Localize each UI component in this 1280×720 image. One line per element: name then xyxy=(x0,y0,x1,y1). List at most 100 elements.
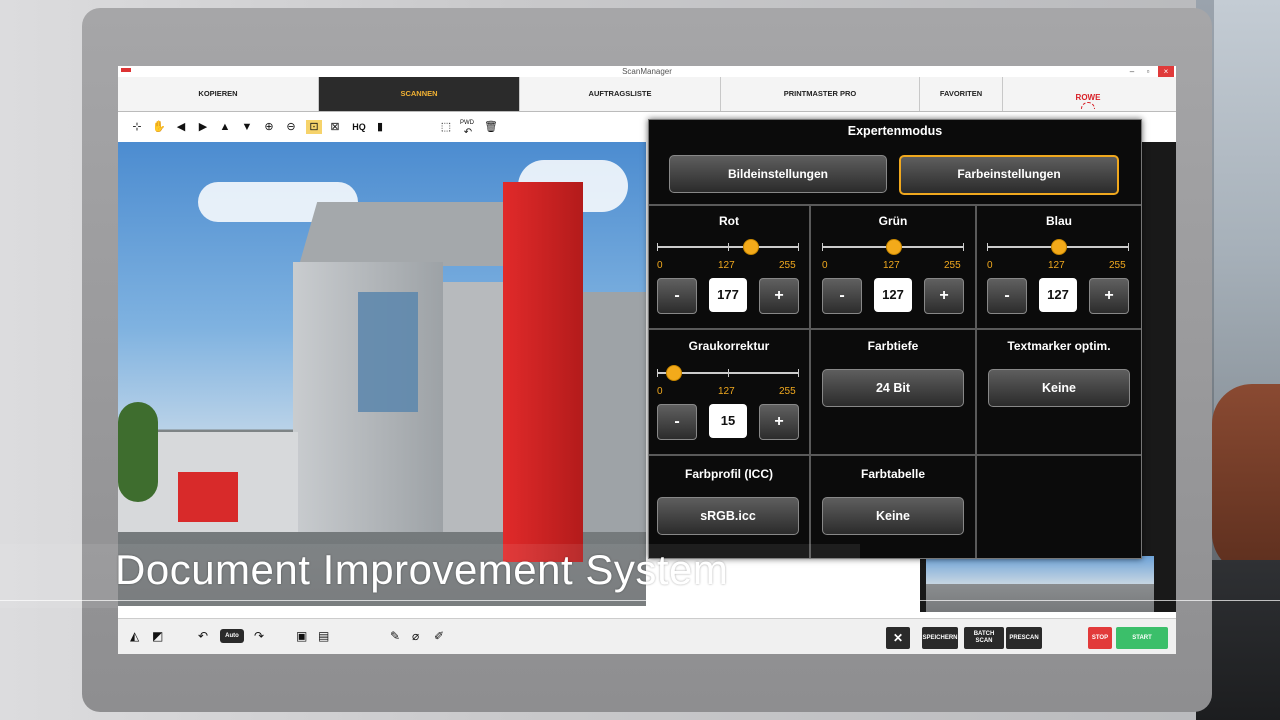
gruen-slider[interactable] xyxy=(822,239,964,255)
caption-line xyxy=(0,600,1280,601)
sun-icon xyxy=(1081,102,1095,109)
invert-icon[interactable]: ◩ xyxy=(152,629,163,643)
rot-value[interactable]: 177 xyxy=(709,278,747,312)
building-side xyxy=(583,292,646,532)
thumbnail-preview[interactable] xyxy=(926,556,1154,612)
batch-scan-button[interactable]: BATCH SCAN xyxy=(964,627,1004,649)
rot-minus-button[interactable]: - xyxy=(657,278,697,314)
graukorrektur-slider[interactable] xyxy=(657,365,799,381)
divider xyxy=(809,204,811,558)
tab-favoriten[interactable]: FAVORITEN xyxy=(920,77,1003,111)
gruen-mid: 127 xyxy=(883,260,900,271)
background-chair xyxy=(1212,384,1280,574)
blau-slider[interactable] xyxy=(987,239,1129,255)
grau-plus-button[interactable]: + xyxy=(759,404,799,440)
graukorrektur-slider-knob[interactable] xyxy=(666,365,682,381)
textmarker-button[interactable]: Keine xyxy=(988,369,1130,407)
farbprofil-button[interactable]: sRGB.icc xyxy=(657,497,799,535)
minimize-icon[interactable]: – xyxy=(1124,66,1140,77)
arrow-up-icon[interactable]: ▲ xyxy=(218,120,232,134)
pages-icon[interactable]: ▤ xyxy=(318,629,329,643)
rot-plus-button[interactable]: + xyxy=(759,278,799,314)
rot-label: Rot xyxy=(719,214,739,228)
grau-max: 255 xyxy=(779,386,796,397)
eraser-icon[interactable]: ⌀ xyxy=(412,629,419,643)
blau-plus-button[interactable]: + xyxy=(1089,278,1129,314)
grau-minus-button[interactable]: - xyxy=(657,404,697,440)
rot-slider[interactable] xyxy=(657,239,799,255)
mirror-icon[interactable]: ◭ xyxy=(130,629,139,643)
divider xyxy=(975,204,977,558)
scan-preview[interactable] xyxy=(118,142,646,606)
prescan-button[interactable]: PRESCAN xyxy=(1006,627,1042,649)
hand-icon[interactable]: ✋ xyxy=(152,120,166,134)
tab-auftragsliste[interactable]: AUFTRAGSLISTE xyxy=(520,77,721,111)
rot-max: 255 xyxy=(779,260,796,271)
building-windows xyxy=(358,292,418,412)
image-toolbar: ⊹ ✋ ◀ ▶ ▲ ▼ ⊕ ⊖ ⊡ ⊠ HQ ▮ ⬚ PWD ↶ 🗑 xyxy=(118,112,648,142)
undo-icon[interactable]: ↶ xyxy=(198,629,208,643)
farbtabelle-button[interactable]: Keine xyxy=(822,497,964,535)
background-window xyxy=(1214,0,1280,420)
bottom-toolbar: ◭ ◩ ↶ Auto ↷ ▣ ▤ ✎ ⌀ ✐ ✕ SPEICHERN BATCH… xyxy=(118,618,1176,654)
blau-minus-button[interactable]: - xyxy=(987,278,1027,314)
logo-text: ROWE xyxy=(1075,93,1101,102)
rot-mid: 127 xyxy=(718,260,735,271)
pen-icon[interactable]: ✎ xyxy=(390,629,400,643)
zoom-in-icon[interactable]: ⊕ xyxy=(262,120,276,134)
divider xyxy=(649,204,1141,206)
maximize-icon[interactable]: ▫ xyxy=(1140,66,1156,77)
close-icon[interactable]: × xyxy=(1158,66,1174,77)
trash-icon[interactable]: 🗑 xyxy=(484,120,498,134)
window-title: ScanManager xyxy=(622,67,672,76)
tab-kopieren[interactable]: KOPIEREN xyxy=(118,77,319,111)
blau-mid: 127 xyxy=(1048,260,1065,271)
gruen-value[interactable]: 127 xyxy=(874,278,912,312)
graukorrektur-label: Graukorrektur xyxy=(688,339,770,353)
gruen-plus-button[interactable]: + xyxy=(924,278,964,314)
speichern-button[interactable]: SPEICHERN xyxy=(922,627,958,649)
select-all-icon[interactable]: ⊹ xyxy=(130,120,144,134)
redo-icon[interactable]: ↷ xyxy=(254,629,264,643)
tab-scannen[interactable]: SCANNEN xyxy=(319,77,520,111)
auto-button[interactable]: Auto xyxy=(220,629,244,643)
gruen-slider-knob[interactable] xyxy=(886,239,902,255)
arrow-down-icon[interactable]: ▼ xyxy=(240,120,254,134)
blau-value[interactable]: 127 xyxy=(1039,278,1077,312)
expert-mode-panel: Expertenmodus Bildeinstellungen Farbeins… xyxy=(648,119,1142,559)
farbeinstellungen-button[interactable]: Farbeinstellungen xyxy=(899,155,1119,195)
gruen-min: 0 xyxy=(822,260,828,271)
stop-button[interactable]: STOP xyxy=(1088,627,1112,649)
crop-icon[interactable]: ⬚ xyxy=(438,120,454,134)
document-icon[interactable]: ▮ xyxy=(374,120,386,134)
marker-icon[interactable]: ✐ xyxy=(434,629,444,643)
main-tabs: KOPIEREN SCANNEN AUFTRAGSLISTE PRINTMAST… xyxy=(118,77,1176,112)
grau-min: 0 xyxy=(657,386,663,397)
farbtabelle-label: Farbtabelle xyxy=(860,467,926,481)
tree xyxy=(118,402,158,502)
rot-slider-knob[interactable] xyxy=(743,239,759,255)
bildeinstellungen-button[interactable]: Bildeinstellungen xyxy=(669,155,887,193)
tools-icon[interactable]: ✕ xyxy=(886,627,910,649)
hq-button[interactable]: HQ xyxy=(350,120,368,134)
gruen-minus-button[interactable]: - xyxy=(822,278,862,314)
crop-close-icon[interactable]: ⊠ xyxy=(328,120,342,134)
farbtiefe-label: Farbtiefe xyxy=(867,339,919,353)
arrow-right-icon[interactable]: ▶ xyxy=(196,120,210,134)
gruen-label: Grün xyxy=(878,214,908,228)
fit-window-icon[interactable]: ⊡ xyxy=(306,120,322,134)
red-tower xyxy=(503,182,583,562)
blau-slider-knob[interactable] xyxy=(1051,239,1067,255)
grau-value[interactable]: 15 xyxy=(709,404,747,438)
rotate-icon[interactable]: ↶ xyxy=(461,126,475,140)
blau-max: 255 xyxy=(1109,260,1126,271)
start-button[interactable]: START xyxy=(1116,627,1168,649)
arrow-left-icon[interactable]: ◀ xyxy=(174,120,188,134)
tab-printmaster-pro[interactable]: PRINTMASTER PRO xyxy=(721,77,920,111)
textmarker-label: Textmarker optim. xyxy=(1007,339,1111,353)
page-icon[interactable]: ▣ xyxy=(296,629,307,643)
red-panel xyxy=(178,472,238,522)
zoom-out-icon[interactable]: ⊖ xyxy=(284,120,298,134)
farbtiefe-button[interactable]: 24 Bit xyxy=(822,369,964,407)
grau-mid: 127 xyxy=(718,386,735,397)
